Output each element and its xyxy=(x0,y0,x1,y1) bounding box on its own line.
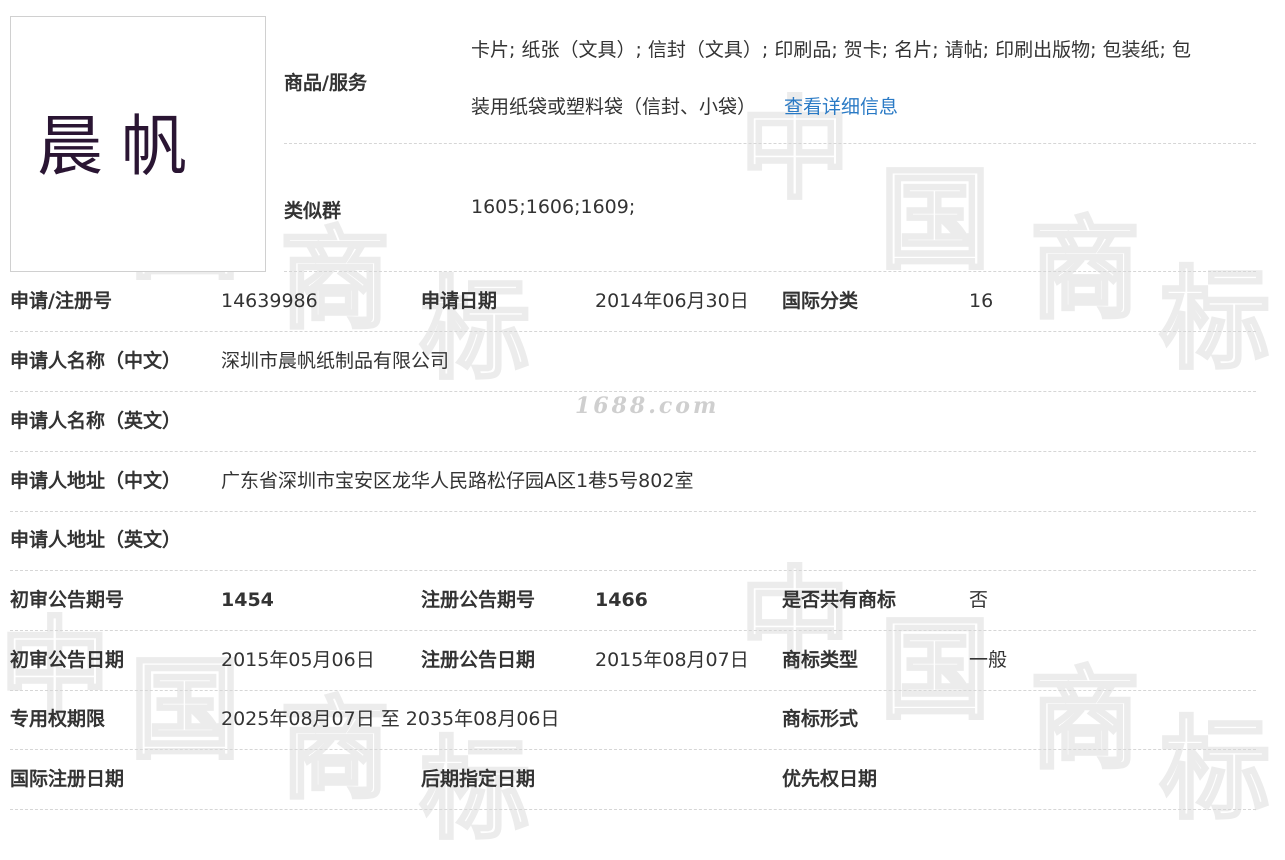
registration-issue-value: 1466 xyxy=(595,589,648,611)
exclusive-right-value: 2025年08月07日 至 2035年08月06日 xyxy=(221,708,560,730)
applicant-address-en-label: 申请人地址（英文） xyxy=(10,529,182,551)
shared-trademark-label: 是否共有商标 xyxy=(782,589,897,611)
similar-group-row: 类似群 1605;1606;1609; xyxy=(284,144,1256,272)
announcement-date-row: 初审公告日期 2015年05月06日 注册公告日期 2015年08月07日 商标… xyxy=(10,631,1256,691)
application-date-value: 2014年06月30日 xyxy=(595,290,749,312)
trademark-logo-image[interactable]: 晨帆 xyxy=(10,16,266,272)
goods-services-value: 卡片; 纸张（文具）; 信封（文具）; 印刷品; 贺卡; 名片; 请帖; 印刷出… xyxy=(471,22,1191,136)
preliminary-date-value: 2015年05月06日 xyxy=(221,649,375,671)
applicant-name-cn-label: 申请人名称（中文） xyxy=(10,350,182,372)
shared-trademark-value: 否 xyxy=(969,589,989,611)
preliminary-issue-label: 初审公告期号 xyxy=(10,589,125,611)
priority-date-label: 优先权日期 xyxy=(782,768,878,790)
registration-number-value: 14639986 xyxy=(221,290,318,312)
preliminary-issue-value: 1454 xyxy=(221,589,274,611)
trademark-detail: 晨帆 商品/服务 卡片; 纸张（文具）; 信封（文具）; 印刷品; 贺卡; 名片… xyxy=(0,0,1285,811)
applicant-name-en-label: 申请人名称（英文） xyxy=(10,410,182,432)
preliminary-date-label: 初审公告日期 xyxy=(10,649,125,671)
applicant-address-cn-row: 申请人地址（中文） 广东省深圳市宝安区龙华人民路松仔园A区1巷5号802室 xyxy=(10,452,1256,512)
intl-registration-date-label: 国际注册日期 xyxy=(10,768,125,790)
registration-issue-label: 注册公告期号 xyxy=(421,589,536,611)
registration-number-row: 申请/注册号 14639986 申请日期 2014年06月30日 国际分类 16 xyxy=(10,272,1256,332)
international-dates-row: 国际注册日期 后期指定日期 优先权日期 xyxy=(10,750,1256,810)
trademark-type-value: 一般 xyxy=(969,649,1008,671)
applicant-name-en-row: 申请人名称（英文） xyxy=(10,392,1256,452)
trademark-type-label: 商标类型 xyxy=(782,649,859,671)
international-class-value: 16 xyxy=(969,290,994,312)
registration-number-label: 申请/注册号 xyxy=(10,290,112,312)
similar-group-value: 1605;1606;1609; xyxy=(471,196,636,218)
goods-services-label: 商品/服务 xyxy=(284,72,367,94)
subsequent-designation-date-label: 后期指定日期 xyxy=(421,768,536,790)
trademark-logo-text: 晨帆 xyxy=(37,108,205,185)
similar-group-label: 类似群 xyxy=(284,200,342,222)
goods-services-line-2-text: 装用纸袋或塑料袋（信封、小袋） xyxy=(471,96,757,118)
application-date-label: 申请日期 xyxy=(421,290,498,312)
exclusive-right-label: 专用权期限 xyxy=(10,708,106,730)
applicant-address-en-row: 申请人地址（英文） xyxy=(10,511,1256,571)
goods-services-line-2: 装用纸袋或塑料袋（信封、小袋） 查看详细信息 xyxy=(471,79,1191,136)
trademark-form-label: 商标形式 xyxy=(782,708,859,730)
goods-services-line-1: 卡片; 纸张（文具）; 信封（文具）; 印刷品; 贺卡; 名片; 请帖; 印刷出… xyxy=(471,39,1191,61)
applicant-address-cn-label: 申请人地址（中文） xyxy=(10,470,182,492)
view-details-link[interactable]: 查看详细信息 xyxy=(784,96,898,118)
applicant-address-cn-value: 广东省深圳市宝安区龙华人民路松仔园A区1巷5号802室 xyxy=(221,470,694,492)
applicant-name-cn-row: 申请人名称（中文） 深圳市晨帆纸制品有限公司 xyxy=(10,332,1256,392)
international-class-label: 国际分类 xyxy=(782,290,859,312)
goods-services-row: 商品/服务 卡片; 纸张（文具）; 信封（文具）; 印刷品; 贺卡; 名片; 请… xyxy=(284,20,1256,144)
applicant-name-cn-value: 深圳市晨帆纸制品有限公司 xyxy=(221,350,450,372)
registration-date-label: 注册公告日期 xyxy=(421,649,536,671)
exclusive-right-row: 专用权期限 2025年08月07日 至 2035年08月06日 商标形式 xyxy=(10,690,1256,750)
registration-date-value: 2015年08月07日 xyxy=(595,649,749,671)
announcement-issue-row: 初审公告期号 1454 注册公告期号 1466 是否共有商标 否 xyxy=(10,571,1256,631)
